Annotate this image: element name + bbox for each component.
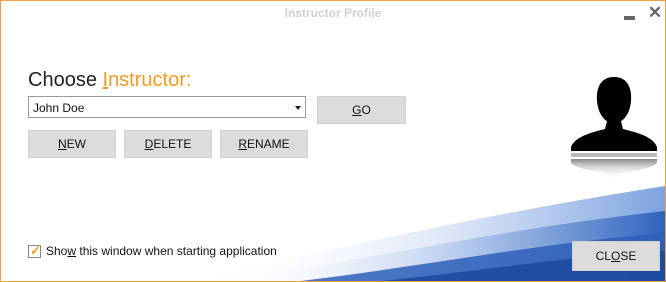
window-title: Instructor Profile <box>284 6 382 20</box>
instructor-select[interactable]: John Doe <box>28 96 306 118</box>
heading-accent: Instructor: <box>103 69 192 91</box>
checkbox-label-post: this window when starting application <box>76 244 277 258</box>
rename-button-label: ENAME <box>246 137 290 151</box>
delete-button-label: ELETE <box>153 137 192 151</box>
show-on-startup-label[interactable]: Show this window when starting applicati… <box>46 244 277 258</box>
show-on-startup-checkbox[interactable]: ✓ <box>28 243 41 258</box>
close-button[interactable]: CLOSE <box>572 241 660 271</box>
heading-prefix: Choose <box>28 69 103 91</box>
minimize-icon[interactable] <box>624 7 636 21</box>
new-button[interactable]: NEW <box>28 130 116 158</box>
checkbox-label-pre: Sho <box>46 244 68 258</box>
new-button-mnemonic: N <box>57 137 67 151</box>
rename-button-mnemonic: R <box>238 137 247 151</box>
choose-instructor-heading: Choose Instructor: <box>28 69 191 92</box>
go-button[interactable]: GO <box>317 96 406 124</box>
dropdown-arrow-icon[interactable] <box>295 106 301 110</box>
instructor-avatar-icon <box>571 77 657 179</box>
close-button-mnemonic: O <box>610 249 621 263</box>
title-bar: Instructor Profile ✕ <box>1 1 665 27</box>
checkbox-label-mnemonic: w <box>67 244 77 258</box>
instructor-select-value: John Doe <box>33 101 85 115</box>
go-button-mnemonic: G <box>352 103 362 117</box>
checkmark-icon: ✓ <box>30 243 41 258</box>
delete-button[interactable]: DELETE <box>124 130 212 158</box>
close-button-post: SE <box>620 249 637 263</box>
instructor-profile-window: Instructor Profile ✕ Choose Instructor: … <box>0 0 666 282</box>
new-button-label: EW <box>66 137 86 151</box>
close-icon[interactable]: ✕ <box>647 4 663 21</box>
heading-accent-rest: nstructor: <box>108 69 192 91</box>
rename-button[interactable]: RENAME <box>220 130 308 158</box>
go-button-label: O <box>361 103 371 117</box>
close-button-pre: CL <box>595 249 611 263</box>
